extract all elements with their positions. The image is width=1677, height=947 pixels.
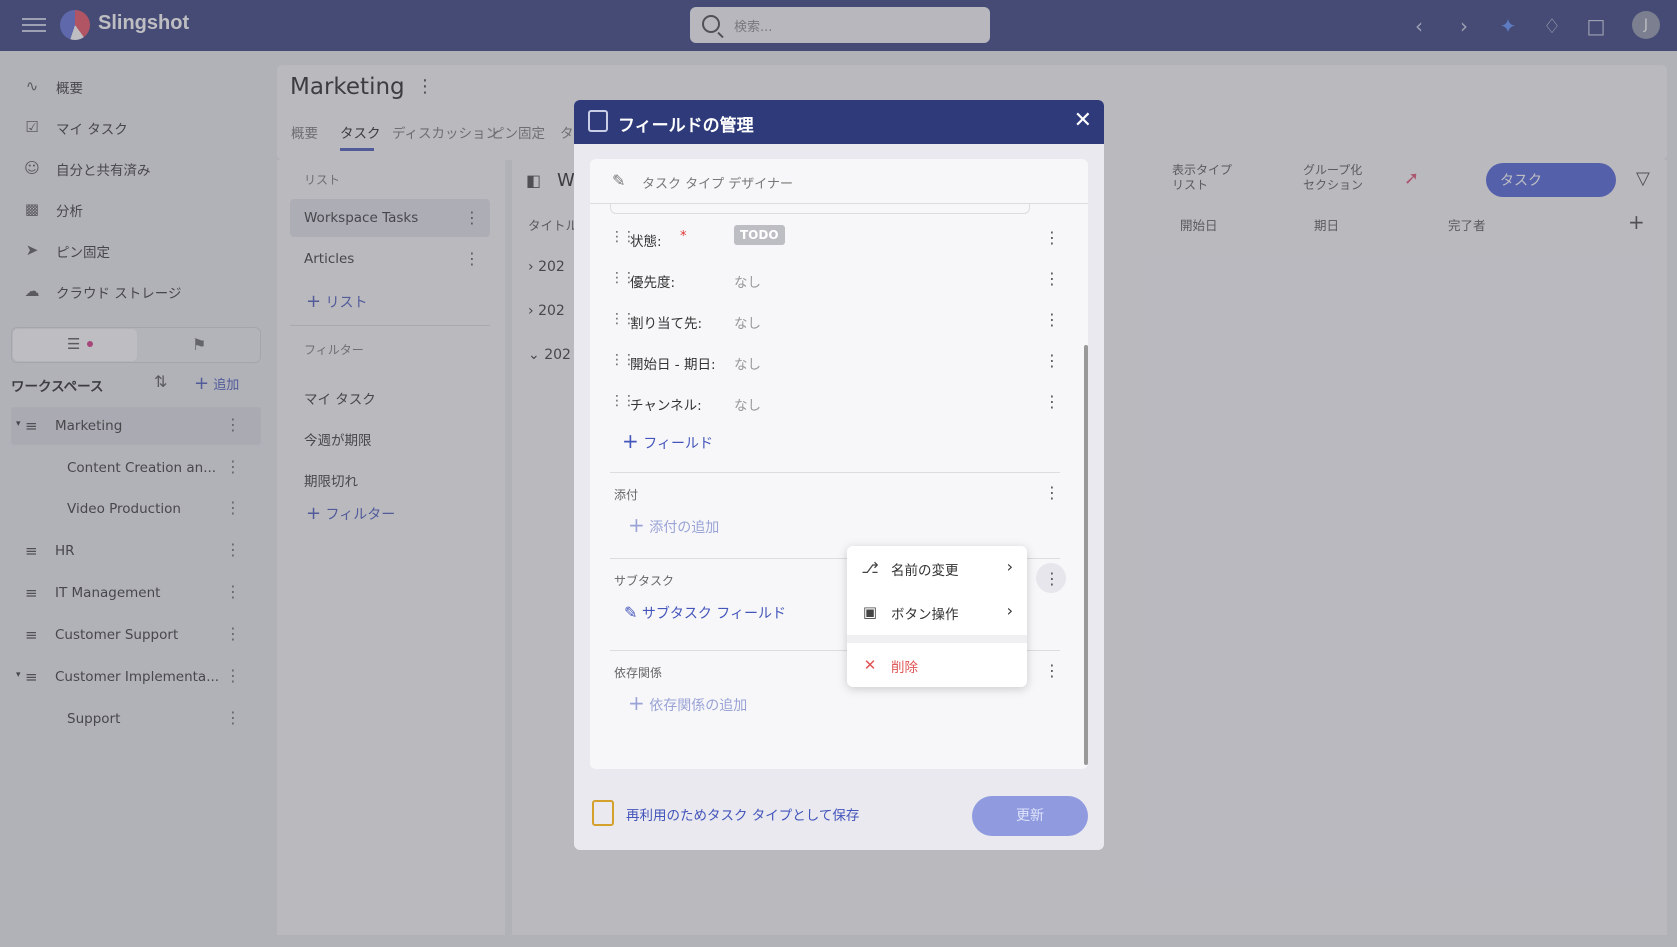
dialog-header: フィールドの管理 ✕ <box>574 100 1104 144</box>
more-options-icon[interactable]: ⋮ <box>1044 228 1060 247</box>
field-row-assignee[interactable]: ⋮⋮ 割り当て先: なし ⋮ <box>610 301 1060 341</box>
chevron-right-icon: › <box>1006 557 1013 576</box>
more-options-icon[interactable]: ⋮ <box>1044 310 1060 329</box>
button-action-icon: ▣ <box>862 603 878 621</box>
rename-icon: ⎇ <box>861 559 879 577</box>
more-options-icon[interactable]: ⋮ <box>1044 569 1060 588</box>
plus-icon: + <box>628 513 645 537</box>
add-dependency-button[interactable]: + 依存関係の追加 <box>628 691 747 715</box>
subtask-edit-icon: ✎ <box>624 603 638 622</box>
context-menu: ⎇ 名前の変更 › ▣ ボタン操作 › ✕ 削除 <box>847 546 1027 687</box>
field-panel-edge <box>610 204 1030 214</box>
subtask-field-button[interactable]: ✎ サブタスク フィールド <box>624 603 786 623</box>
clipboard-icon <box>592 800 614 826</box>
status-badge: TODO <box>734 225 785 245</box>
attachments-section: 添付 ⋮ + 添付の追加 <box>610 472 1060 556</box>
more-options-icon[interactable]: ⋮ <box>1044 351 1060 370</box>
add-attachment-button[interactable]: + 添付の追加 <box>628 513 719 537</box>
field-row-status[interactable]: ⋮⋮ 状態: * TODO ⋮ <box>610 219 1060 259</box>
task-type-designer[interactable]: ✎ タスク タイプ デザイナー <box>590 159 1088 204</box>
menu-divider <box>847 635 1027 643</box>
add-field-button[interactable]: + フィールド <box>622 429 713 453</box>
field-row-channel[interactable]: ⋮⋮ チャンネル: なし ⋮ <box>610 383 1060 423</box>
menu-item-delete[interactable]: ✕ 削除 <box>847 643 1027 687</box>
shield-icon <box>588 110 608 132</box>
field-row-priority[interactable]: ⋮⋮ 優先度: なし ⋮ <box>610 260 1060 300</box>
more-options-icon[interactable]: ⋮ <box>1044 269 1060 288</box>
dialog-scrollbar[interactable] <box>1084 345 1088 765</box>
more-options-icon[interactable]: ⋮ <box>1044 483 1060 502</box>
pencil-icon: ✎ <box>612 171 626 190</box>
more-options-icon[interactable]: ⋮ <box>1044 392 1060 411</box>
more-options-icon[interactable]: ⋮ <box>1044 661 1060 680</box>
save-as-task-type-link[interactable]: 再利用のためタスク タイプとして保存 <box>626 804 859 824</box>
close-icon[interactable]: ✕ <box>1074 108 1092 133</box>
dialog-title: フィールドの管理 <box>618 116 754 136</box>
chevron-right-icon: › <box>1006 601 1013 620</box>
manage-fields-dialog: フィールドの管理 ✕ ✎ タスク タイプ デザイナー ⋮⋮ 状態: * TODO … <box>574 100 1104 850</box>
close-icon: ✕ <box>863 656 877 674</box>
plus-icon: + <box>622 429 639 453</box>
menu-item-button-action[interactable]: ▣ ボタン操作 › <box>847 590 1027 634</box>
dialog-footer: 再利用のためタスク タイプとして保存 更新 <box>574 780 1104 850</box>
field-row-dates[interactable]: ⋮⋮ 開始日 - 期日: なし ⋮ <box>610 342 1060 382</box>
update-button[interactable]: 更新 <box>972 796 1088 836</box>
required-mark: * <box>680 229 687 244</box>
menu-item-rename[interactable]: ⎇ 名前の変更 › <box>847 546 1027 590</box>
plus-icon: + <box>628 691 645 715</box>
